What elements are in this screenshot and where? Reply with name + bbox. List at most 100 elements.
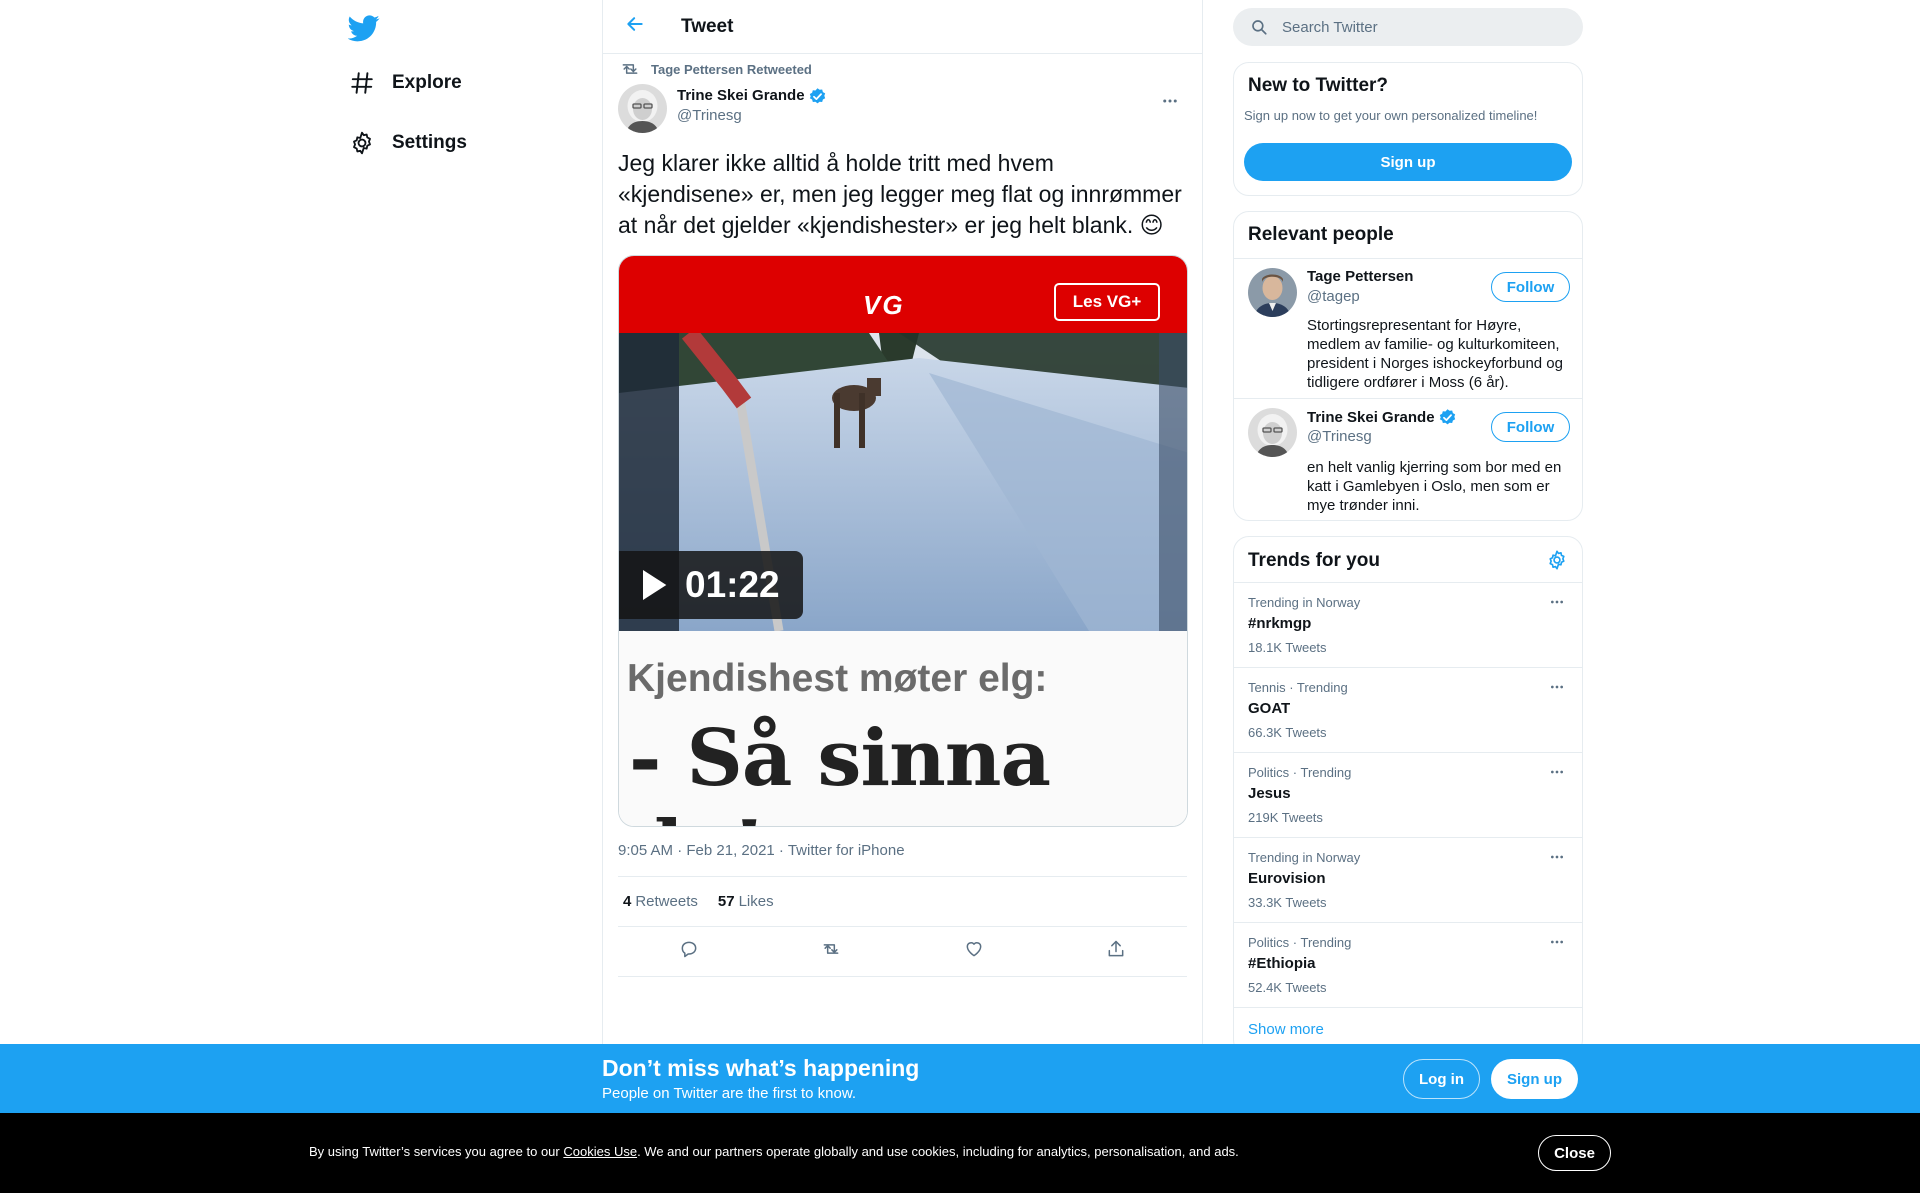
- trend-more-button[interactable]: [1544, 591, 1570, 617]
- author-handle[interactable]: @Trinesg: [677, 106, 827, 126]
- divider: [1234, 258, 1582, 259]
- trend-item[interactable]: Tennis · Trending GOAT 66.3K Tweets: [1234, 667, 1582, 752]
- tweet-actions: [618, 927, 1187, 977]
- gear-icon: [1546, 549, 1568, 576]
- cookies-use-link[interactable]: Cookies Use: [563, 1144, 637, 1159]
- share-button[interactable]: [1099, 935, 1133, 969]
- vg-plus-button: Les VG+: [1054, 283, 1160, 321]
- trend-count: 219K Tweets: [1248, 810, 1323, 825]
- video-duration-badge: 01:22: [619, 551, 803, 619]
- retweet-button[interactable]: [814, 935, 848, 969]
- trend-more-button[interactable]: [1544, 931, 1570, 957]
- more-icon: [1549, 594, 1565, 615]
- person-handle: @tagep: [1307, 288, 1360, 305]
- video-kicker: Kjendishest møter elg:: [627, 657, 1048, 700]
- divider: [1234, 398, 1582, 399]
- verified-badge-icon: [1438, 408, 1457, 427]
- retweet-context: Tage Pettersen Retweeted: [618, 54, 1187, 84]
- like-button[interactable]: [957, 935, 991, 969]
- tweet-more-button[interactable]: [1153, 86, 1187, 120]
- trend-more-button[interactable]: [1544, 676, 1570, 702]
- trend-name: #Ethiopia: [1248, 955, 1316, 972]
- trend-name: #nrkmgp: [1248, 615, 1312, 632]
- trend-context: Tennis · Trending: [1248, 680, 1348, 695]
- trend-item[interactable]: Trending in Norway #nrkmgp 18.1K Tweets: [1234, 582, 1582, 667]
- follow-button[interactable]: Follow: [1491, 412, 1570, 442]
- tweet-timestamp[interactable]: 9:05 AM · Feb 21, 2021 · Twitter for iPh…: [618, 841, 1187, 877]
- signup-banner-title: Don’t miss what’s happening: [602, 1055, 920, 1081]
- nav-settings-label: Settings: [392, 132, 467, 153]
- video-frame: 01:22: [619, 333, 1187, 631]
- cookie-prefix: By using Twitter’s services you agree to…: [309, 1144, 564, 1159]
- share-icon: [1106, 939, 1126, 964]
- retweet-icon: [821, 939, 841, 964]
- signup-banner: Don’t miss what’s happening People on Tw…: [0, 1044, 1920, 1113]
- person-bio: en helt vanlig kjerring som bor med en k…: [1307, 459, 1562, 514]
- video-duration: 01:22: [685, 564, 780, 605]
- trend-name: GOAT: [1248, 700, 1291, 717]
- person-tage-pettersen[interactable]: Tage Pettersen @tagep Stortingsrepresent…: [1248, 268, 1570, 396]
- relevant-people-title: Relevant people: [1248, 224, 1394, 245]
- retweet-icon: [620, 59, 640, 79]
- tweet-video[interactable]: VG Les VG+ 01:22 Kjendishest møter elg: …: [618, 255, 1188, 827]
- search-box[interactable]: [1233, 8, 1583, 46]
- tweet: Tage Pettersen Retweeted Trine Skei Gran…: [603, 54, 1202, 977]
- new-to-twitter-card: New to Twitter? Sign up now to get your …: [1233, 62, 1583, 196]
- vg-banner: VG Les VG+: [619, 256, 1187, 333]
- hashtag-icon: [348, 69, 376, 97]
- follow-button[interactable]: Follow: [1491, 272, 1570, 302]
- sidebar-signup-button[interactable]: Sign up: [1244, 143, 1572, 181]
- trend-item[interactable]: Politics · Trending #Ethiopia 52.4K Twee…: [1234, 922, 1582, 1007]
- trend-more-button[interactable]: [1544, 761, 1570, 787]
- tweet-stats: 4 Retweets 57 Likes: [618, 877, 1187, 927]
- person-name: Tage Pettersen: [1307, 268, 1413, 285]
- nav-explore[interactable]: Explore: [348, 63, 462, 103]
- nav-explore-label: Explore: [392, 72, 462, 93]
- twitter-bird-icon[interactable]: [347, 12, 380, 44]
- retweets-count: 4: [623, 893, 632, 910]
- tweet-header: Tweet: [603, 0, 1202, 54]
- author-name-row[interactable]: Trine Skei Grande: [677, 86, 827, 106]
- play-icon: [633, 565, 673, 605]
- more-icon: [1549, 679, 1565, 700]
- signup-button[interactable]: Sign up: [1491, 1059, 1578, 1099]
- new-to-twitter-subtitle: Sign up now to get your own personalized…: [1244, 108, 1538, 123]
- avatar[interactable]: [618, 84, 667, 133]
- gear-icon: [348, 129, 376, 157]
- avatar[interactable]: [1248, 408, 1297, 457]
- tweet-column: Tweet Tage Pettersen Retweeted Trine Ske…: [602, 0, 1203, 1193]
- more-icon: [1549, 934, 1565, 955]
- login-button[interactable]: Log in: [1403, 1059, 1480, 1099]
- person-handle: @Trinesg: [1307, 428, 1372, 445]
- person-trine-skei-grande[interactable]: Trine Skei Grande @Trinesg en helt vanli…: [1248, 408, 1570, 514]
- show-more-link[interactable]: Show more: [1248, 1021, 1324, 1038]
- search-icon: [1250, 18, 1268, 36]
- nav-settings[interactable]: Settings: [348, 123, 467, 163]
- trend-context: Trending in Norway: [1248, 595, 1361, 610]
- trend-item[interactable]: Politics · Trending Jesus 219K Tweets: [1234, 752, 1582, 837]
- retweets-stat[interactable]: 4 Retweets: [623, 893, 698, 910]
- trend-more-button[interactable]: [1544, 846, 1570, 872]
- person-bio: Stortingsrepresentant for Høyre, medlem …: [1307, 317, 1563, 391]
- retweets-label: Retweets: [635, 893, 698, 910]
- search-input[interactable]: [1282, 18, 1562, 36]
- likes-stat[interactable]: 57 Likes: [718, 893, 774, 910]
- more-icon: [1161, 92, 1179, 115]
- video-headline: - Så sinna da!: [629, 713, 1051, 826]
- arrow-left-icon: [625, 14, 645, 39]
- trend-count: 66.3K Tweets: [1248, 725, 1327, 740]
- author-name: Trine Skei Grande: [677, 87, 805, 104]
- back-button[interactable]: [617, 9, 653, 45]
- trend-context: Politics · Trending: [1248, 765, 1352, 780]
- cookie-close-button[interactable]: Close: [1538, 1135, 1611, 1171]
- more-icon: [1549, 849, 1565, 870]
- trends-settings-button[interactable]: [1544, 549, 1570, 575]
- page-title: Tweet: [681, 15, 734, 37]
- reply-button[interactable]: [672, 935, 706, 969]
- retweeted-by[interactable]: Tage Pettersen Retweeted: [651, 62, 812, 77]
- more-icon: [1549, 764, 1565, 785]
- reply-icon: [679, 939, 699, 964]
- trend-item[interactable]: Trending in Norway Eurovision 33.3K Twee…: [1234, 837, 1582, 922]
- avatar[interactable]: [1248, 268, 1297, 317]
- tweet-text: Jeg klarer ikke alltid å holde tritt med…: [618, 150, 1182, 238]
